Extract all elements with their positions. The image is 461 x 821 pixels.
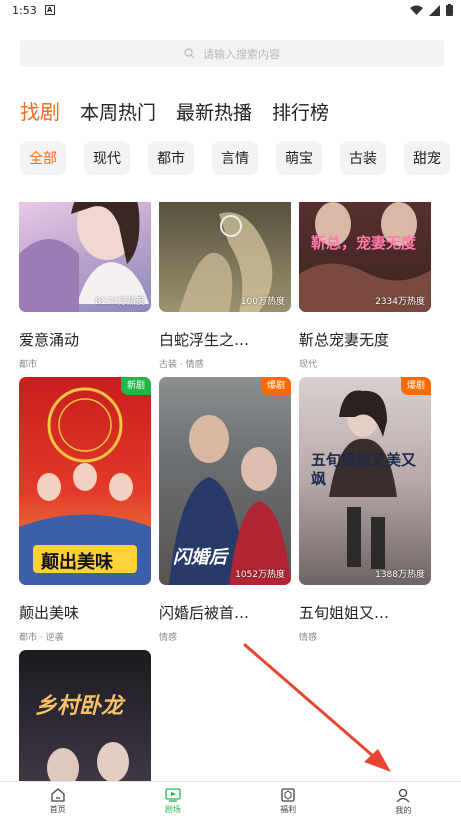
drama-poster[interactable]: 闪婚后 1052万热度 爆剧 — [159, 377, 291, 585]
poster-title: 靳总，宠妻无度 — [311, 234, 417, 252]
tab-ranking[interactable]: 排行榜 — [272, 98, 329, 125]
nav-label: 剧场 — [164, 805, 181, 814]
heat-count: 1052万热度 — [235, 570, 285, 580]
main-tabs: 找剧 本周热门 最新热播 排行榜 — [20, 96, 329, 125]
drama-card[interactable]: 闪婚后 1052万热度 爆剧 闪婚后被首… 情感 — [159, 377, 291, 643]
drama-tags: 现代 — [299, 360, 318, 370]
app-screen: 8174万热度 爱意涌动 都市 100万热度 白蛇浮生之… 古装 · 情感 靳总… — [0, 0, 461, 821]
drama-tags: 都市 — [19, 360, 38, 370]
page-header: 请输入搜索内容 找剧 本周热门 最新热播 排行榜 全部 现代 都市 言情 萌宝 … — [0, 20, 461, 202]
nav-profile[interactable]: 我的 — [346, 782, 461, 821]
heat-count: 1388万热度 — [375, 570, 425, 580]
status-bar: 1:53 A — [0, 0, 461, 20]
heat-count: 8174万热度 — [95, 297, 145, 307]
new-badge: 新剧 — [120, 377, 151, 395]
chip-urban[interactable]: 都市 — [148, 141, 194, 175]
drama-tags: 古装 · 情感 — [159, 360, 204, 370]
search-placeholder: 请输入搜索内容 — [203, 47, 280, 61]
poster-title: 乡村卧龙 — [35, 694, 124, 719]
hot-badge: 爆剧 — [400, 377, 431, 395]
drama-tags: 都市 · 逆袭 — [19, 633, 64, 643]
chip-romance[interactable]: 言情 — [212, 141, 258, 175]
tab-find-drama[interactable]: 找剧 — [20, 96, 60, 125]
drama-title[interactable]: 靳总宠妻无度 — [299, 329, 431, 350]
home-icon — [50, 788, 65, 802]
theater-icon — [165, 788, 181, 802]
nav-theater[interactable]: 剧场 — [115, 782, 230, 821]
nav-home[interactable]: 首页 — [0, 782, 115, 821]
chip-all[interactable]: 全部 — [20, 141, 66, 175]
bottom-nav: 首页 剧场 福利 我的 — [0, 781, 461, 821]
category-chips: 全部 现代 都市 言情 萌宝 古装 甜宠 — [20, 141, 450, 175]
nav-label: 我的 — [395, 805, 412, 815]
drama-card[interactable]: 五旬姐姐又美又飒 1388万热度 爆剧 五旬姐姐又… 情感 — [299, 377, 431, 643]
signal-icon — [429, 4, 440, 16]
search-icon — [184, 48, 195, 59]
drama-title[interactable]: 白蛇浮生之… — [159, 329, 291, 350]
nav-label: 首页 — [49, 805, 66, 814]
drama-title[interactable]: 爱意涌动 — [19, 329, 151, 350]
chip-cute-baby[interactable]: 萌宝 — [276, 141, 322, 175]
profile-icon — [396, 788, 410, 802]
tab-weekly-hot[interactable]: 本周热门 — [80, 98, 156, 125]
drama-title[interactable]: 颠出美味 — [19, 602, 151, 623]
nav-label: 福利 — [280, 805, 297, 814]
battery-icon — [446, 4, 453, 16]
chip-modern[interactable]: 现代 — [84, 141, 130, 175]
poster-title: 闪婚后 — [173, 547, 227, 568]
tab-latest-hot[interactable]: 最新热播 — [176, 98, 252, 125]
search-bar[interactable]: 请输入搜索内容 — [20, 40, 444, 67]
drama-poster[interactable]: 五旬姐姐又美又飒 1388万热度 爆剧 — [299, 377, 431, 585]
notification-icon: A — [44, 5, 55, 15]
chip-sweet[interactable]: 甜宠 — [404, 141, 450, 175]
chip-costume[interactable]: 古装 — [340, 141, 386, 175]
welfare-icon — [281, 788, 295, 802]
drama-card[interactable]: 颠出美味 新剧 颠出美味 都市 · 逆袭 — [19, 377, 151, 643]
clock: 1:53 — [12, 3, 37, 17]
poster-title: 颠出美味 — [41, 552, 113, 573]
drama-title[interactable]: 五旬姐姐又… — [299, 602, 431, 623]
nav-welfare[interactable]: 福利 — [231, 782, 346, 821]
drama-poster[interactable]: 颠出美味 新剧 — [19, 377, 151, 585]
drama-title[interactable]: 闪婚后被首… — [159, 602, 291, 623]
wifi-icon — [410, 5, 423, 15]
poster-title: 五旬姐姐又美又飒 — [311, 451, 417, 488]
hot-badge: 爆剧 — [260, 377, 291, 395]
drama-tags: 情感 — [159, 633, 178, 643]
heat-count: 100万热度 — [240, 297, 285, 307]
drama-tags: 情感 — [299, 633, 318, 643]
heat-count: 2334万热度 — [375, 297, 425, 307]
